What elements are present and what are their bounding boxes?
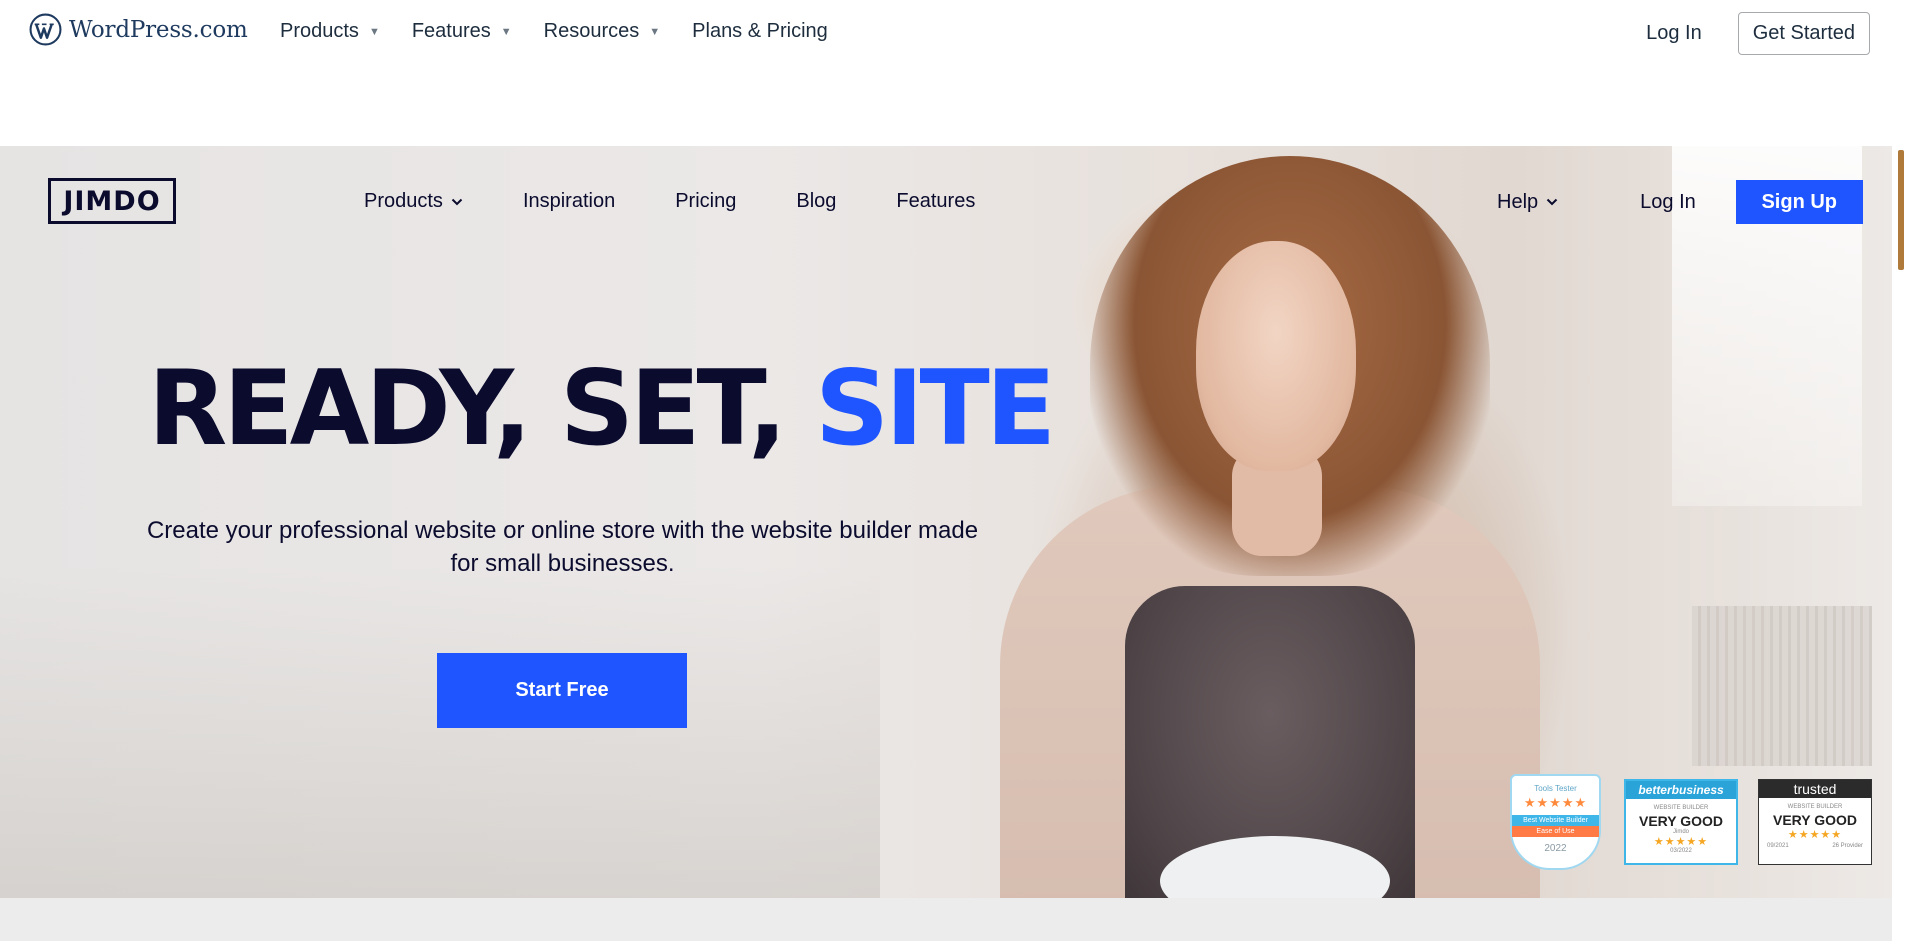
badge-note: 26 Provider [1832,843,1863,849]
chevron-down-icon [451,198,463,205]
badge-sub: WEBSITE BUILDER [1787,804,1843,810]
wp-get-started-button[interactable]: Get Started [1737,12,1870,55]
wordpress-nav: Products ▼ Features ▼ Resources ▼ Plans … [280,20,860,43]
chevron-down-icon [1546,198,1558,206]
wp-nav-label: Features [411,20,491,42]
badge-stars: ★★★★★ [1653,836,1709,848]
badge-year: 2022 [1544,843,1567,854]
wp-nav-products[interactable]: Products ▼ [280,20,380,43]
hero-headline-accent: SITE [815,349,1056,469]
badge-sub: WEBSITE BUILDER [1653,805,1709,811]
wordpress-logo-icon [29,13,62,46]
page-scrollbar[interactable] [1892,0,1906,941]
jimdo-nav-products[interactable]: Products [364,190,463,213]
jimdo-nav-pricing[interactable]: Pricing [675,190,736,213]
wordpress-account-actions: Log In Get Started [1646,12,1870,55]
wordpress-logo-text: WordPress.com [69,16,248,43]
badge-stars: ★★★★★ [1787,829,1843,841]
badge-grade: VERY GOOD [1638,813,1724,829]
jimdo-account-actions: Help Log In Sign Up [1497,180,1863,224]
start-free-button[interactable]: Start Free [437,653,687,728]
award-badge-better-business: betterbusiness WEBSITE BUILDER VERY GOOD… [1624,779,1738,865]
jimdo-nav-label: Products [364,190,443,212]
jimdo-nav-label: Features [896,190,976,212]
jimdo-hero: JIMDO Products Inspiration Pricing Blog … [0,146,1892,898]
jimdo-nav-label: Inspiration [522,190,616,212]
jimdo-nav-blog[interactable]: Blog [796,190,836,213]
badge-stars: ★★★★★ [1523,795,1588,810]
wp-nav-resources[interactable]: Resources ▼ [544,20,661,43]
wordpress-top-bar: WordPress.com Products ▼ Features ▼ Reso… [0,0,1906,66]
hero-shade [0,566,880,898]
badge-date: 09/2021 [1767,843,1789,849]
hero-headline-main: READY, SET, [148,349,816,469]
jimdo-nav-features[interactable]: Features [896,190,975,213]
wp-nav-label: Products [280,20,359,42]
jimdo-login-link[interactable]: Log In [1640,191,1696,214]
caret-down-icon: ▼ [368,25,380,38]
badge-brand: Tools Tester [1534,784,1577,793]
jimdo-nav-label: Blog [796,190,837,212]
badge-line: Best Website Builder [1512,815,1599,826]
wordpress-logo[interactable]: WordPress.com [29,13,248,46]
hero-photo-face [1196,241,1356,471]
caret-down-icon: ▼ [649,25,661,38]
caret-down-icon: ▼ [500,25,512,38]
jimdo-nav-label: Pricing [675,190,737,212]
scrollbar-thumb[interactable] [1898,150,1904,270]
jimdo-help-menu[interactable]: Help [1497,191,1558,214]
wp-nav-label: Plans & Pricing [692,20,828,42]
badge-brand: trusted [1759,780,1871,798]
badge-grade: VERY GOOD [1772,812,1858,828]
hero-subheading: Create your professional website or onli… [146,517,979,577]
jimdo-signup-button[interactable]: Sign Up [1735,180,1863,224]
hero-radiator [1692,606,1872,766]
award-badge-trusted: trusted WEBSITE BUILDER VERY GOOD ★★★★★ … [1758,779,1872,865]
award-badge-tools-tester: Tools Tester ★★★★★ Best Website Builder … [1510,774,1601,870]
badge-footer: 09/2021 26 Provider [1759,843,1871,849]
badge-brand: betterbusiness [1626,781,1736,799]
wp-nav-label: Resources [543,20,640,42]
hero-headline: READY, SET, SITE [148,358,1056,461]
wp-nav-features[interactable]: Features ▼ [412,20,512,43]
next-section-band [0,898,1892,941]
jimdo-nav: Products Inspiration Pricing Blog Featur… [364,190,1035,213]
jimdo-nav-inspiration[interactable]: Inspiration [523,190,615,213]
wp-login-link[interactable]: Log In [1646,22,1702,45]
jimdo-help-label: Help [1497,190,1539,213]
jimdo-logo[interactable]: JIMDO [48,178,176,224]
badge-date: 03/2022 [1670,848,1692,854]
wp-nav-plans-pricing[interactable]: Plans & Pricing [692,20,828,43]
badge-line: Ease of Use [1512,826,1599,837]
